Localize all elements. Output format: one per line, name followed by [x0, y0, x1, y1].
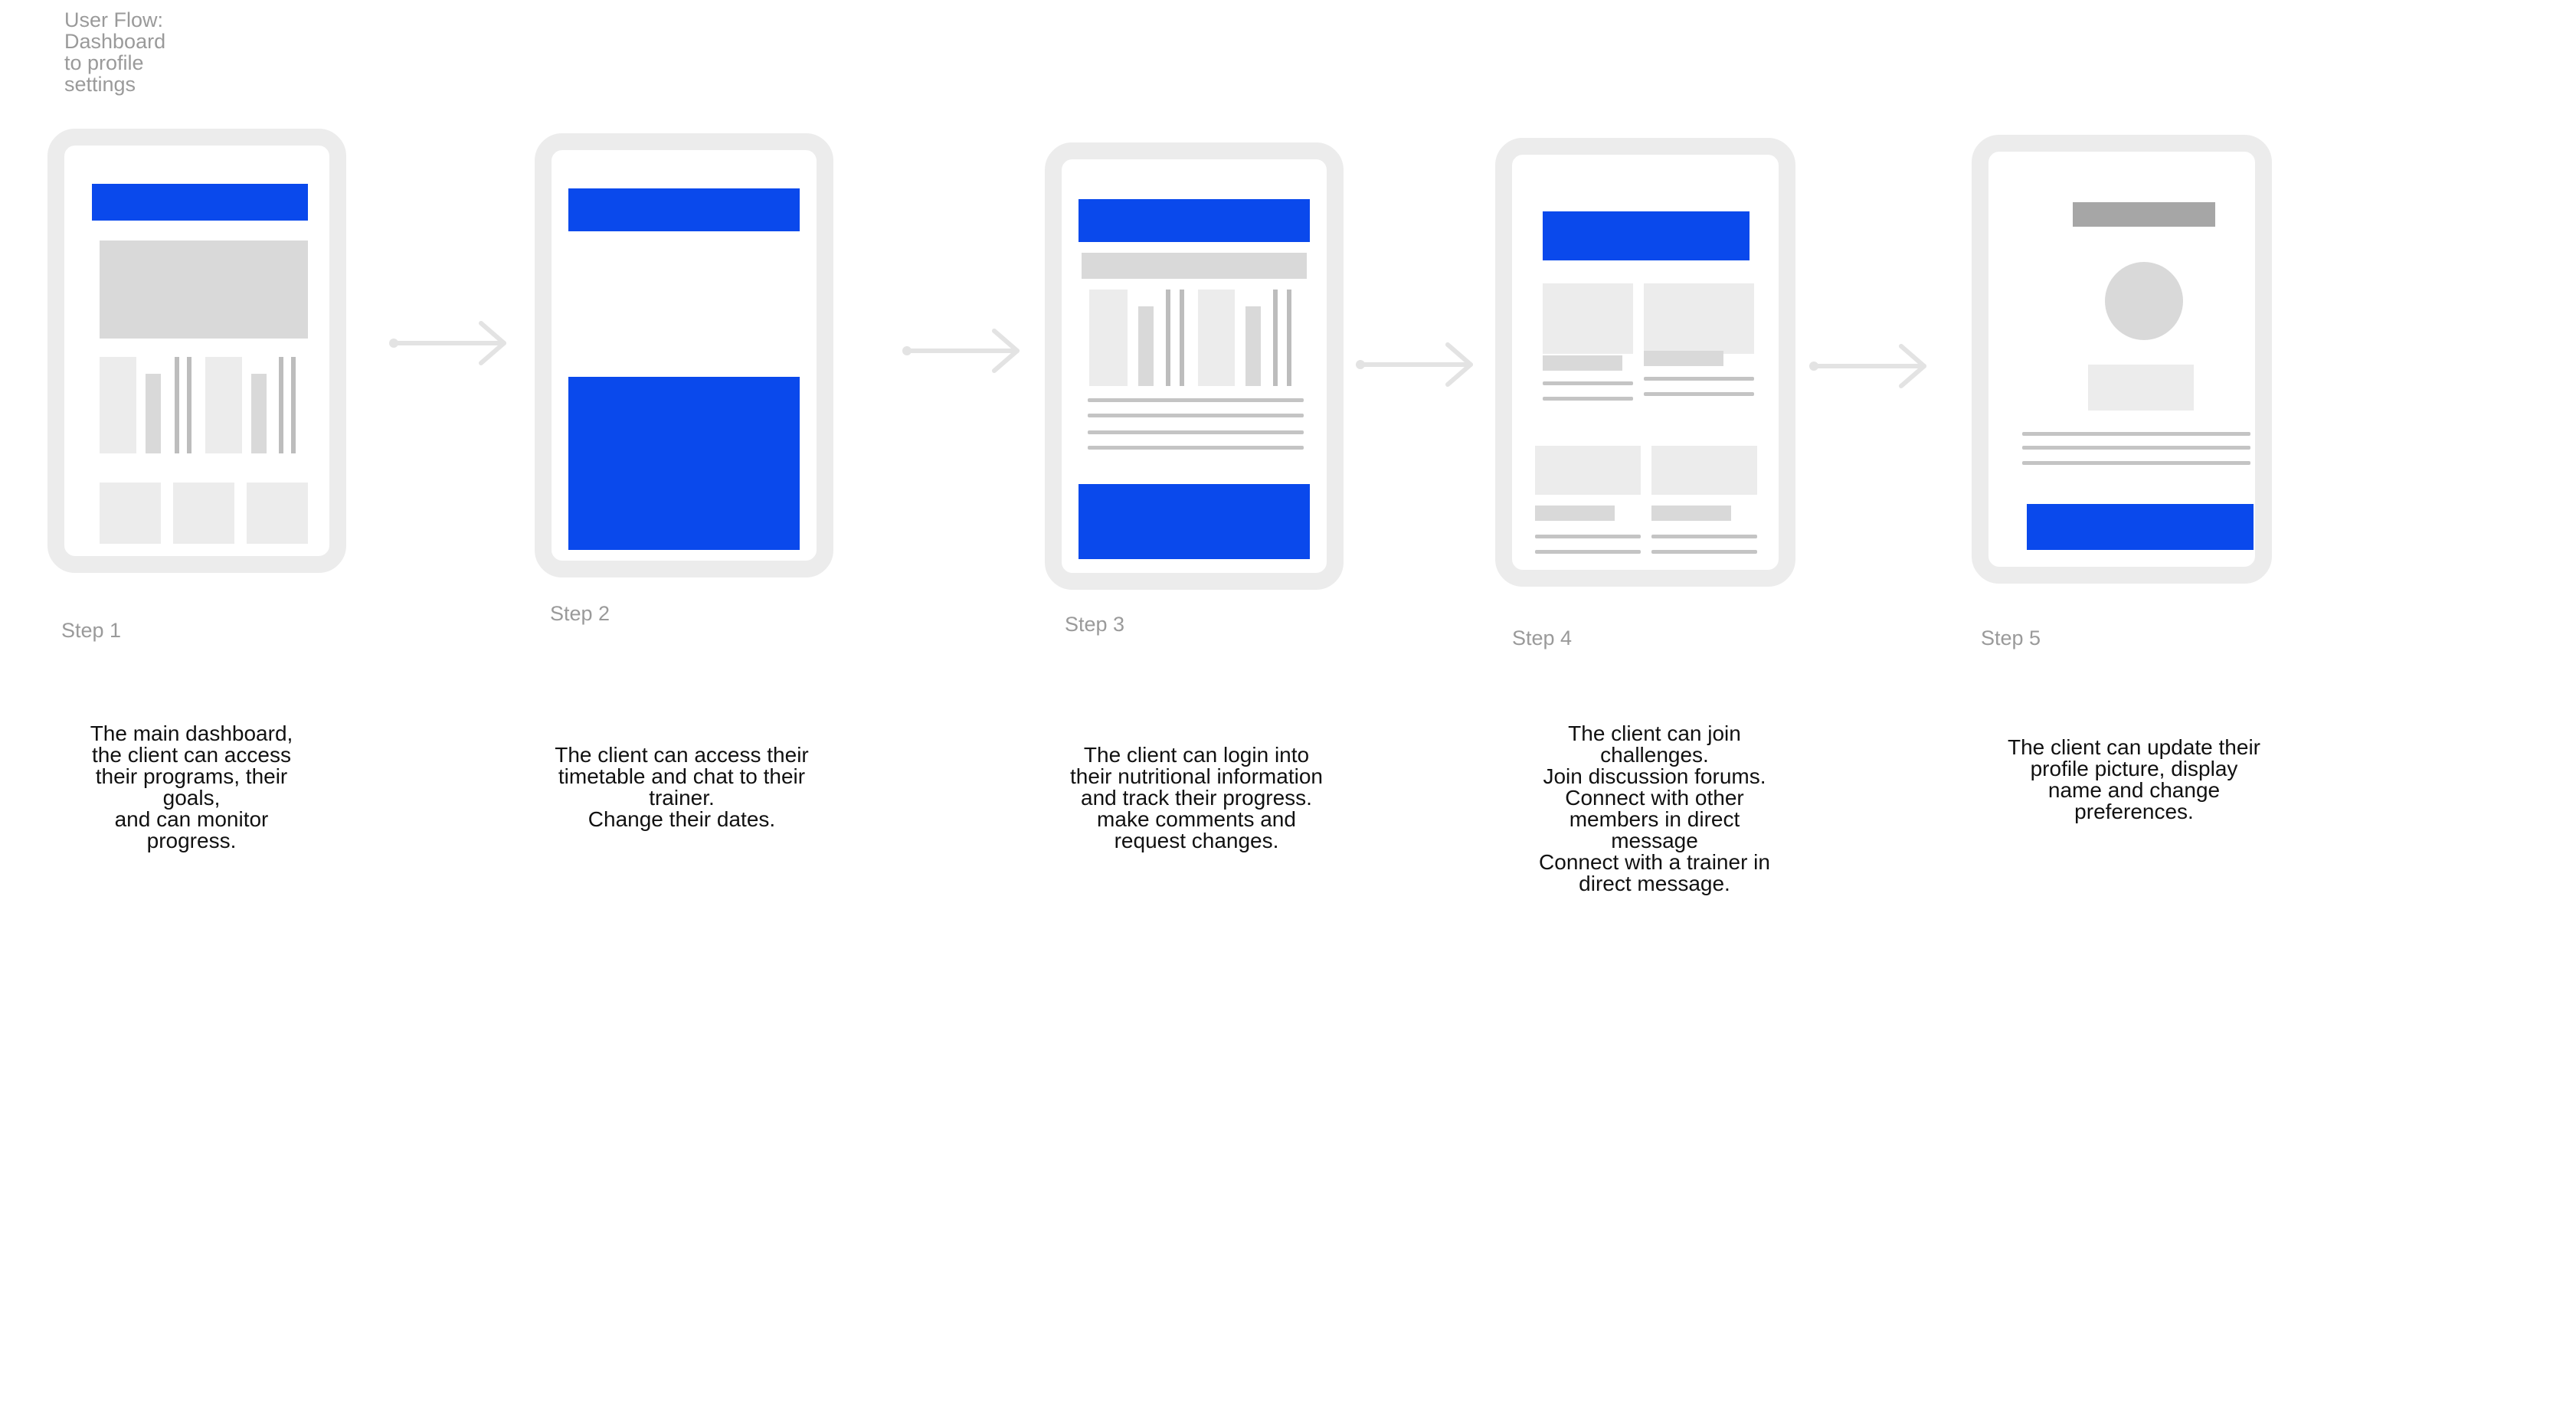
avatar-placeholder: [2105, 262, 2183, 340]
step-4-description: The client can join challenges. Join dis…: [1539, 721, 1770, 895]
text-line: [1651, 550, 1757, 554]
text-line: [2022, 432, 2250, 436]
chart-bar: [205, 357, 242, 453]
chart-bar: [1138, 306, 1154, 386]
card-title: [1644, 351, 1723, 366]
step-5-description: The client can update their profile pict…: [2008, 735, 2260, 823]
text-line: [1651, 535, 1757, 538]
step-3-wireframe: [1045, 142, 1344, 590]
chart-bar: [1198, 290, 1235, 386]
title-placeholder: [2073, 202, 2215, 227]
chart-bar: [175, 357, 179, 453]
header-bar: [1543, 211, 1750, 260]
step-2-label: Step 2: [550, 602, 610, 625]
chart-bar: [1180, 290, 1184, 386]
chart-bar: [279, 357, 283, 453]
step-1-description: The main dashboard, the client can acces…: [90, 721, 293, 852]
action-panel: [1079, 484, 1310, 559]
name-placeholder: [2088, 365, 2194, 411]
image-placeholder: [100, 240, 308, 339]
tile-placeholder: [247, 483, 308, 544]
chart-bar: [1245, 306, 1261, 386]
tile-placeholder: [100, 483, 161, 544]
step-3-label: Step 3: [1065, 613, 1125, 636]
text-line: [1543, 381, 1633, 385]
text-line: [1088, 398, 1304, 402]
subheader-bar: [1082, 253, 1307, 279]
diagram-title: User Flow: Dashboard to profile settings: [64, 8, 166, 96]
text-line: [1088, 446, 1304, 450]
flow-arrow-icon: [389, 321, 506, 365]
text-line: [1543, 397, 1633, 401]
header-bar: [1079, 199, 1310, 242]
tile-placeholder: [173, 483, 234, 544]
card-image: [1535, 446, 1641, 495]
card-image: [1651, 446, 1757, 495]
content-panel: [568, 377, 800, 550]
text-line: [1644, 377, 1754, 381]
step-3-description: The client can login into their nutritio…: [1070, 743, 1323, 852]
chart-bar: [291, 357, 296, 453]
text-line: [2022, 446, 2250, 450]
card-image: [1644, 283, 1754, 354]
chart-bar: [1287, 290, 1291, 386]
step-2-wireframe: [535, 133, 833, 577]
flow-arrow-icon: [902, 329, 1020, 373]
step-5-label: Step 5: [1981, 627, 2041, 649]
chart-bar: [1273, 290, 1278, 386]
step-5-wireframe: [1972, 135, 2272, 584]
chart-bar: [1166, 290, 1170, 386]
save-button-placeholder: [2027, 504, 2254, 550]
text-line: [1088, 430, 1304, 434]
step-1-label: Step 1: [61, 619, 122, 642]
step-2-description: The client can access their timetable an…: [555, 743, 809, 831]
card-image: [1543, 283, 1633, 354]
step-4-label: Step 4: [1512, 627, 1573, 649]
flow-arrow-icon: [1356, 342, 1473, 387]
chart-bar: [100, 357, 136, 453]
card-title: [1651, 506, 1731, 521]
header-bar: [568, 188, 800, 231]
text-line: [2022, 461, 2250, 465]
step-1-wireframe: [47, 129, 346, 573]
card-title: [1543, 355, 1622, 371]
chart-bar: [146, 374, 161, 453]
step-4-wireframe: [1495, 138, 1795, 587]
header-bar: [92, 184, 308, 221]
chart-bar: [251, 374, 267, 453]
card-title: [1535, 506, 1615, 521]
text-line: [1088, 414, 1304, 417]
chart-bar: [187, 357, 191, 453]
text-line: [1644, 392, 1754, 396]
chart-bar: [1089, 290, 1128, 386]
text-line: [1535, 535, 1641, 538]
text-line: [1535, 550, 1641, 554]
flow-arrow-icon: [1809, 344, 1926, 388]
